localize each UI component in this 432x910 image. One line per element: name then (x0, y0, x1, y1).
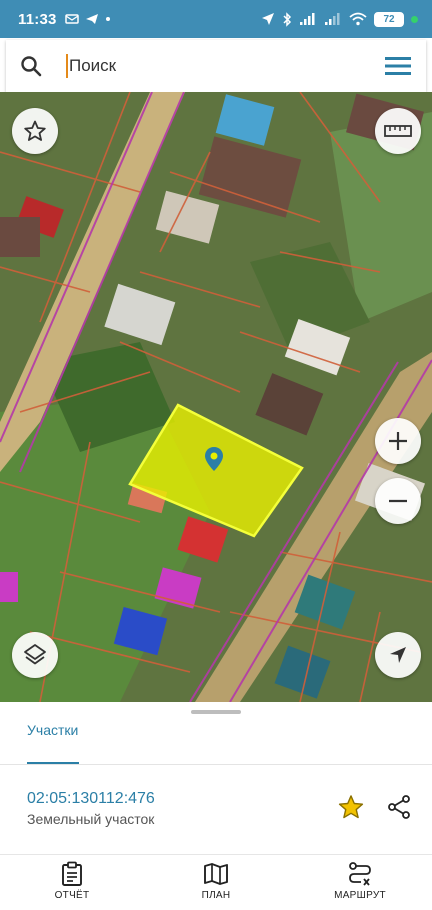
map-imagery (0, 92, 432, 702)
route-icon (349, 862, 371, 886)
clipboard-icon (62, 861, 82, 886)
minus-icon (389, 499, 407, 503)
nav-plan-label: ПЛАН (201, 890, 231, 901)
hamburger-menu-icon[interactable] (370, 40, 426, 92)
notification-icon (64, 14, 79, 24)
navigation-arrow-icon (390, 647, 406, 663)
sheet-divider (0, 764, 432, 765)
text-cursor (66, 54, 68, 78)
nav-report-label: ОТЧЁТ (54, 890, 90, 901)
layers-button[interactable] (12, 632, 58, 678)
nav-route-label: МАРШРУТ (334, 890, 386, 901)
nav-report[interactable]: ОТЧЁТ (0, 855, 144, 910)
ruler-button[interactable] (375, 108, 421, 154)
small-dot-icon (105, 17, 110, 21)
parcel-bottom-sheet: Участки 02:05:130112:476 Земельный участ… (0, 702, 432, 854)
map-icon (204, 863, 228, 885)
status-bar: 11:33 72 (0, 0, 432, 38)
location-arrow-icon (262, 13, 274, 25)
battery-indicator: 72 (374, 11, 404, 27)
star-outline-icon (24, 120, 46, 141)
tab-parcels[interactable]: Участки (27, 722, 78, 738)
zoom-out-button[interactable] (375, 478, 421, 524)
search-input[interactable]: Поиск (69, 56, 370, 76)
parcel-cadastral-number[interactable]: 02:05:130112:476 (27, 790, 155, 808)
plus-icon (389, 432, 407, 450)
wifi-icon (349, 12, 367, 26)
signal-icon (300, 13, 315, 25)
parcel-marker-icon (205, 447, 223, 471)
zoom-in-button[interactable] (375, 418, 421, 464)
ruler-icon (384, 125, 412, 137)
bottom-navigation: ОТЧЁТ ПЛАН МАРШРУТ (0, 854, 432, 910)
parcel-type-label: Земельный участок (27, 811, 155, 827)
share-button[interactable] (384, 792, 414, 822)
search-bar: Поиск (6, 40, 426, 92)
status-time: 11:33 (18, 10, 57, 28)
my-location-button[interactable] (375, 632, 421, 678)
charging-dot-icon (411, 15, 418, 23)
favorites-star-button[interactable] (12, 108, 58, 154)
layers-icon (24, 644, 46, 665)
nav-plan[interactable]: ПЛАН (144, 855, 288, 910)
satellite-map[interactable] (0, 92, 432, 702)
search-icon[interactable] (6, 40, 56, 92)
star-filled-icon (338, 795, 364, 819)
nav-route[interactable]: МАРШРУТ (288, 855, 432, 910)
sheet-drag-handle[interactable] (191, 710, 241, 714)
bluetooth-icon (283, 11, 292, 27)
telegram-icon (85, 14, 98, 24)
add-favorite-button[interactable] (336, 792, 366, 822)
signal-icon-2 (325, 13, 340, 25)
share-icon (388, 795, 410, 819)
